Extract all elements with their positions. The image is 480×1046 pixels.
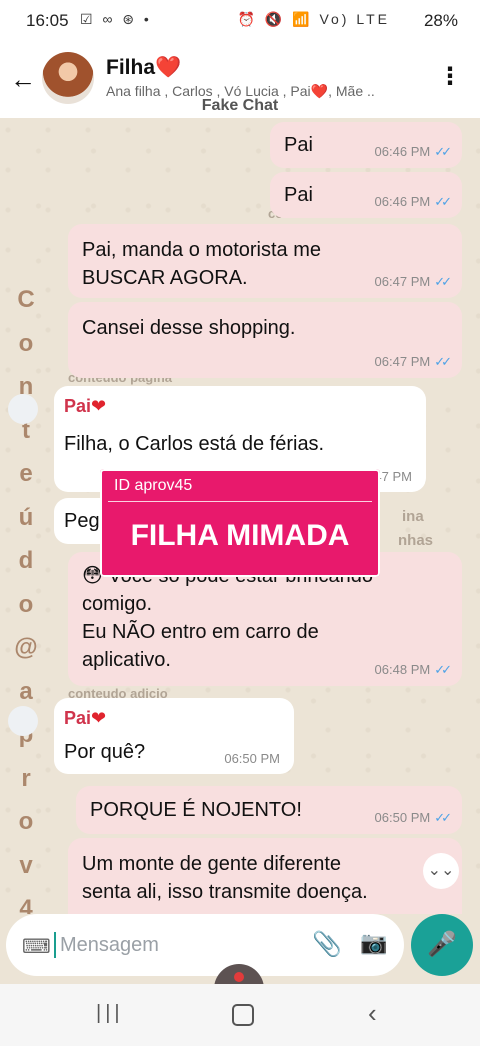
- sender-avatar[interactable]: [8, 394, 38, 424]
- read-ticks-icon: ✓✓: [434, 662, 452, 677]
- watermark-letter: o: [18, 808, 34, 835]
- mic-button[interactable]: 🎤: [411, 914, 473, 976]
- message-text: Cansei desse shopping.: [82, 317, 296, 339]
- overlay-divider: [108, 501, 372, 502]
- keyboard-icon[interactable]: ⌨: [22, 934, 51, 959]
- sender-name: Pai❤: [64, 708, 107, 728]
- outgoing-message[interactable]: Cansei desse shopping. 06:47 PM ✓✓: [68, 302, 462, 378]
- title-overlay: ID aprov45 FILHA MIMADA: [100, 469, 380, 577]
- watermark-letter: e: [19, 460, 33, 487]
- status-time: 16:05: [26, 11, 69, 30]
- sender-avatar[interactable]: [8, 706, 38, 736]
- watermark-letter: v: [19, 851, 33, 879]
- faded-watermark: nhas: [398, 532, 434, 549]
- read-ticks-icon: ✓✓: [434, 194, 452, 209]
- faded-watermark: ina: [402, 508, 424, 525]
- outgoing-message[interactable]: Um monte de gente diferente senta ali, i…: [68, 838, 462, 914]
- message-input[interactable]: Mensagem: [60, 934, 159, 957]
- watermark-letter: ú: [18, 503, 34, 531]
- watermark-letter: C: [17, 286, 35, 313]
- text-cursor: [54, 932, 56, 958]
- overlay-title: FILHA MIMADA: [130, 519, 350, 552]
- outgoing-message[interactable]: Pai, manda o motorista me BUSCAR AGORA. …: [68, 224, 462, 298]
- outgoing-message[interactable]: PORQUE É NOJENTO! 06:50 PM ✓✓: [76, 786, 462, 834]
- message-text: Pai: [284, 184, 313, 206]
- watermark-letter: o: [18, 590, 34, 618]
- message-text: Pai: [284, 134, 313, 156]
- message-meta: 06:48 PM ✓✓: [374, 662, 452, 677]
- system-nav-bar: ||| ‹: [0, 984, 480, 1046]
- message-meta: 06:46 PM ✓✓: [374, 144, 452, 159]
- message-text: Filha, o Carlos está de férias.: [64, 433, 325, 455]
- message-meta: 06:47 PM ✓✓: [374, 274, 452, 289]
- message-text: 😳 Você só pode estar brincando comigo. E…: [82, 565, 373, 671]
- read-ticks-icon: ✓✓: [434, 810, 452, 825]
- notification-icons: ☑ ∞ ⊛ •: [80, 11, 152, 27]
- message-meta: 06:50 PM ✓✓: [374, 810, 452, 825]
- recent-apps-button[interactable]: |||: [96, 1002, 124, 1025]
- scroll-down-icon[interactable]: ⌄⌄: [423, 853, 459, 889]
- read-ticks-icon: ✓✓: [434, 144, 452, 159]
- back-button[interactable]: ‹: [368, 998, 377, 1029]
- home-button[interactable]: [232, 1004, 254, 1026]
- sender-name: Pai❤: [64, 396, 107, 416]
- message-text: Por quê?: [64, 741, 146, 763]
- overlay-id: ID aprov45: [114, 477, 193, 494]
- message-input-bar[interactable]: ⌨ Mensagem 📎 📷: [6, 914, 404, 976]
- status-bar: 16:05 ☑ ∞ ⊛ • ⏰ 🔇 📶 Vo) LTE 28%: [0, 0, 480, 42]
- outgoing-message[interactable]: Pai 06:46 PM ✓✓: [270, 122, 462, 168]
- fake-chat-caption: Fake Chat: [201, 97, 279, 114]
- watermark-letter: d: [18, 547, 34, 574]
- watermark-letter: o: [18, 329, 34, 357]
- read-ticks-icon: ✓✓: [434, 274, 452, 289]
- message-time: 06:50 PM: [224, 751, 280, 766]
- message-text: Pai, manda o motorista me BUSCAR AGORA.: [82, 239, 321, 289]
- incoming-message[interactable]: Pai❤ Por quê? 06:50 PM: [54, 698, 294, 774]
- system-icons: ⏰ 🔇 📶 Vo) LTE: [237, 11, 390, 27]
- vertical-watermark: Conteúdo@aprov45: [12, 278, 40, 914]
- message-text: Um monte de gente diferente senta ali, i…: [82, 853, 368, 903]
- message-text: PORQUE É NOJENTO!: [90, 799, 302, 821]
- battery-level: 28%: [423, 11, 458, 30]
- chat-title[interactable]: Filha❤️: [106, 56, 181, 80]
- watermark-letter: @: [14, 634, 38, 661]
- watermark-letter: r: [21, 764, 31, 792]
- watermark-letter: 4: [19, 895, 33, 914]
- read-ticks-icon: ✓✓: [434, 354, 452, 369]
- message-meta: 06:47 PM ✓✓: [374, 354, 452, 369]
- outgoing-message[interactable]: Pai 06:46 PM ✓✓: [270, 172, 462, 218]
- attach-icon[interactable]: 📎: [312, 930, 342, 959]
- message-text: Peg: [64, 510, 100, 532]
- message-list[interactable]: Conteúdo@aprov45 conteudo adicio conteud…: [0, 118, 480, 914]
- camera-icon[interactable]: 📷: [360, 930, 387, 956]
- back-arrow-icon[interactable]: ←: [10, 64, 36, 95]
- message-meta: 06:46 PM ✓✓: [374, 194, 452, 209]
- more-options-icon[interactable]: ⋮: [438, 62, 462, 91]
